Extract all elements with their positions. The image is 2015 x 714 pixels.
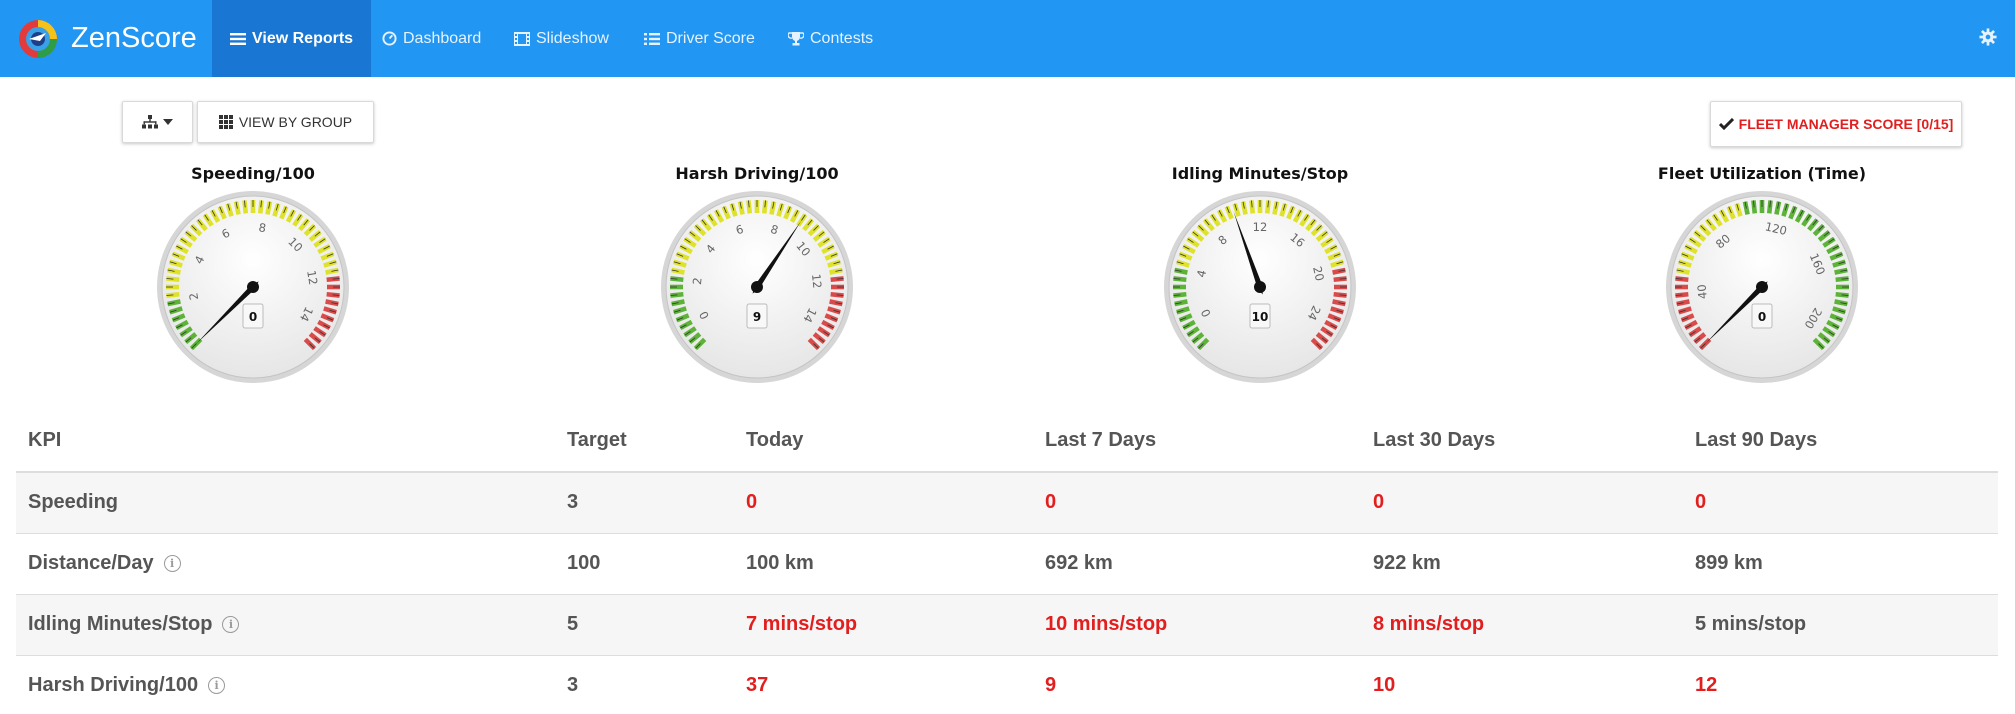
zenscore-logo-icon (19, 19, 57, 58)
kpi-today: 37 (734, 655, 1033, 714)
list-icon (230, 32, 246, 45)
nav-label: View Reports (252, 29, 354, 47)
nav-contests[interactable]: Contests (788, 0, 873, 77)
kpi-last-90-days: 0 (1683, 472, 1998, 534)
kpi-today: 7 mins/stop (734, 594, 1033, 656)
table-row: Harsh Driving/100 i 3 37 9 10 12 (16, 655, 1998, 714)
kpi-target: 100 (555, 533, 734, 595)
kpi-last-30-days: 10 (1361, 655, 1683, 714)
gauge-value-label: 0 (249, 310, 257, 324)
nav-slideshow[interactable]: Slideshow (514, 0, 609, 77)
gauge-title-idling: Idling Minutes/Stop (1171, 164, 1349, 183)
kpi-target: 5 (555, 594, 734, 656)
gauge-tick-label: 12 (1253, 220, 1268, 234)
gauge-tick-label: 40 (1695, 284, 1710, 300)
nav-label: Contests (810, 29, 874, 47)
table-row: Distance/Day i 100 100 km 692 km 922 km 8… (16, 533, 1998, 595)
top-navbar: ZenScore View Reports Dashboard Slidesho… (0, 0, 2015, 77)
kpi-last-30-days: 922 km (1361, 533, 1683, 595)
gauge-needle-hub (1756, 281, 1768, 293)
kpi-today: 0 (734, 472, 1033, 534)
gauge-title-fleet-utilization: Fleet Utilization (Time) (1657, 164, 1867, 183)
idling-minutes-gauge: 0481216202410 (1164, 191, 1356, 383)
nav-view-reports[interactable]: View Reports (212, 0, 372, 77)
gauge-title-speeding: Speeding/100 (191, 164, 315, 183)
view-by-group-button[interactable]: VIEW BY GROUP (197, 101, 374, 143)
speeding-gauge: 246 81012140 (157, 191, 349, 383)
kpi-last-7-days: 692 km (1033, 533, 1361, 595)
kpi-name: Speeding (16, 472, 555, 534)
kpi-name: Distance/Day i (16, 533, 555, 595)
kpi-last-30-days: 8 mins/stop (1361, 594, 1683, 656)
info-icon[interactable]: i (222, 616, 240, 633)
nav-label: Dashboard (403, 29, 482, 47)
grid-icon (218, 115, 233, 129)
kpi-last-90-days: 899 km (1683, 533, 1998, 595)
group-tree-dropdown-button[interactable] (122, 101, 193, 143)
table-header-row: KPI Target Today Last 7 Days Last 30 Day… (16, 410, 1998, 473)
kpi-last-90-days: 12 (1683, 655, 1998, 714)
gauge-tick-label: 2 (690, 277, 705, 286)
dashboard-icon (382, 31, 397, 46)
kpi-last-90-days: 5 mins/stop (1683, 594, 1998, 656)
column-header: KPI (16, 410, 555, 473)
kpi-target: 3 (555, 472, 734, 534)
list-icon (644, 32, 660, 45)
kpi-today: 100 km (734, 533, 1033, 595)
gauge-title-harsh-driving: Harsh Driving/100 (675, 164, 839, 183)
gauge-needle-hub (247, 281, 259, 293)
kpi-name: Harsh Driving/100 i (16, 655, 555, 714)
fleet-manager-score-label: FLEET MANAGER SCORE [0/15] (1738, 116, 1954, 132)
column-header: Last 7 Days (1033, 410, 1361, 473)
nav-dashboard[interactable]: Dashboard (382, 0, 481, 77)
gear-icon[interactable] (1979, 28, 1997, 46)
gauge-value-label: 0 (1758, 310, 1766, 324)
harsh-driving-gauge: 0246 81012149 (661, 191, 853, 383)
fleet-utilization-gauge: 40801201602000 (1666, 191, 1858, 383)
nav-label: Driver Score (666, 29, 755, 47)
column-header: Last 90 Days (1683, 410, 1998, 473)
info-icon[interactable]: i (163, 555, 181, 572)
kpi-name: Idling Minutes/Stop i (16, 594, 555, 656)
column-header: Target (555, 410, 734, 473)
gauge-value-box: 0 (242, 303, 264, 329)
sitemap-icon (142, 115, 158, 129)
kpi-last-7-days: 10 mins/stop (1033, 594, 1361, 656)
gauge-value-box: 9 (746, 303, 768, 329)
kpi-last-7-days: 9 (1033, 655, 1361, 714)
brand[interactable]: ZenScore (18, 0, 197, 77)
nav-driver-score[interactable]: Driver Score (644, 0, 755, 77)
kpi-last-30-days: 0 (1361, 472, 1683, 534)
check-icon (1718, 118, 1734, 130)
gauge-value-label: 10 (1252, 310, 1269, 324)
info-icon[interactable]: i (208, 677, 226, 694)
view-by-group-label: VIEW BY GROUP (238, 114, 353, 130)
nav-label: Slideshow (536, 29, 609, 47)
caret-down-icon (163, 119, 173, 125)
gauge-tick-label: 12 (809, 273, 824, 289)
fleet-manager-score-button[interactable]: FLEET MANAGER SCORE [0/15] (1710, 101, 1962, 147)
gauge-needle-hub (1254, 281, 1266, 293)
gauge-needle-hub (751, 281, 763, 293)
brand-name: ZenScore (71, 22, 197, 54)
gauge-value-box: 0 (1751, 303, 1773, 329)
gauge-value-box: 10 (1249, 303, 1271, 329)
gauge-value-label: 9 (753, 310, 761, 324)
film-icon (514, 31, 530, 46)
table-row: Speeding 3 0 0 0 0 (16, 472, 1998, 534)
gauge-tick-label: 12 (304, 269, 320, 286)
trophy-icon (788, 32, 804, 46)
table-row: Idling Minutes/Stop i 5 7 mins/stop 10 mi… (16, 594, 1998, 656)
kpi-target: 3 (555, 655, 734, 714)
column-header: Last 30 Days (1361, 410, 1683, 473)
kpi-table: KPI Target Today Last 7 Days Last 30 Day… (16, 410, 1998, 714)
kpi-last-7-days: 0 (1033, 472, 1361, 534)
column-header: Today (734, 410, 1033, 473)
